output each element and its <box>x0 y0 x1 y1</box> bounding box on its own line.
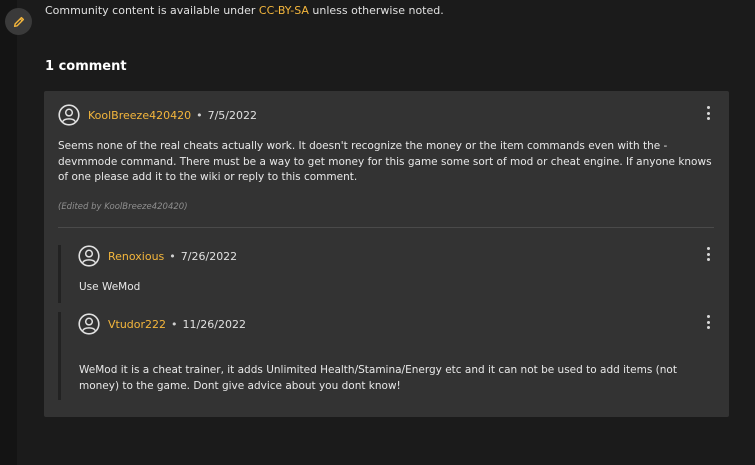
more-vertical-icon <box>706 247 710 250</box>
reply-indent-bar <box>58 312 61 400</box>
reply-author[interactable]: Renoxious <box>108 250 164 263</box>
comment-author[interactable]: KoolBreeze420420 <box>88 109 191 122</box>
comment-menu-button[interactable] <box>705 106 711 120</box>
thread-divider <box>58 227 714 228</box>
license-suffix: unless otherwise noted. <box>308 4 444 17</box>
more-vertical-icon <box>706 315 710 318</box>
reply-header: Renoxious • 7/26/2022 <box>78 245 237 267</box>
meta-separator: • <box>196 108 203 122</box>
reply-header: Vtudor222 • 11/26/2022 <box>78 313 246 335</box>
license-notice: Community content is available under CC-… <box>45 4 444 17</box>
more-vertical-icon-dot <box>706 326 710 329</box>
reply-body: WeMod it is a cheat trainer, it adds Unl… <box>79 364 677 392</box>
comments-count: 1 comment <box>45 59 127 74</box>
more-vertical-icon-dot <box>706 258 710 261</box>
user-avatar-icon[interactable] <box>78 313 100 335</box>
license-prefix: Community content is available under <box>45 4 259 17</box>
meta-separator: • <box>171 317 178 331</box>
user-avatar-icon[interactable] <box>58 104 80 126</box>
reply-author[interactable]: Vtudor222 <box>108 318 166 331</box>
more-vertical-icon-dot <box>706 117 710 120</box>
more-vertical-icon-dot <box>706 111 710 115</box>
edited-note: (Edited by KoolBreeze420420) <box>58 202 188 212</box>
reply-date[interactable]: 7/26/2022 <box>181 250 237 263</box>
reply-body: Use WeMod <box>79 281 141 293</box>
more-vertical-icon <box>706 106 710 109</box>
meta-separator: • <box>169 249 176 263</box>
reply-menu-button[interactable] <box>705 247 711 261</box>
more-vertical-icon-dot <box>706 252 710 256</box>
comment-thread: KoolBreeze420420 • 7/5/2022 Seems none o… <box>44 91 729 417</box>
comment-body: Seems none of the real cheats actually w… <box>58 140 712 183</box>
edit-button[interactable] <box>5 8 32 35</box>
comment-header: KoolBreeze420420 • 7/5/2022 <box>58 104 257 126</box>
left-rail <box>0 0 17 465</box>
reply-date[interactable]: 11/26/2022 <box>183 318 246 331</box>
reply-indent-bar <box>58 245 61 303</box>
reply-menu-button[interactable] <box>705 315 711 329</box>
license-link[interactable]: CC-BY-SA <box>259 4 309 17</box>
pencil-icon <box>13 16 24 27</box>
user-avatar-icon[interactable] <box>78 245 100 267</box>
comment-date[interactable]: 7/5/2022 <box>208 109 257 122</box>
more-vertical-icon-dot <box>706 320 710 324</box>
